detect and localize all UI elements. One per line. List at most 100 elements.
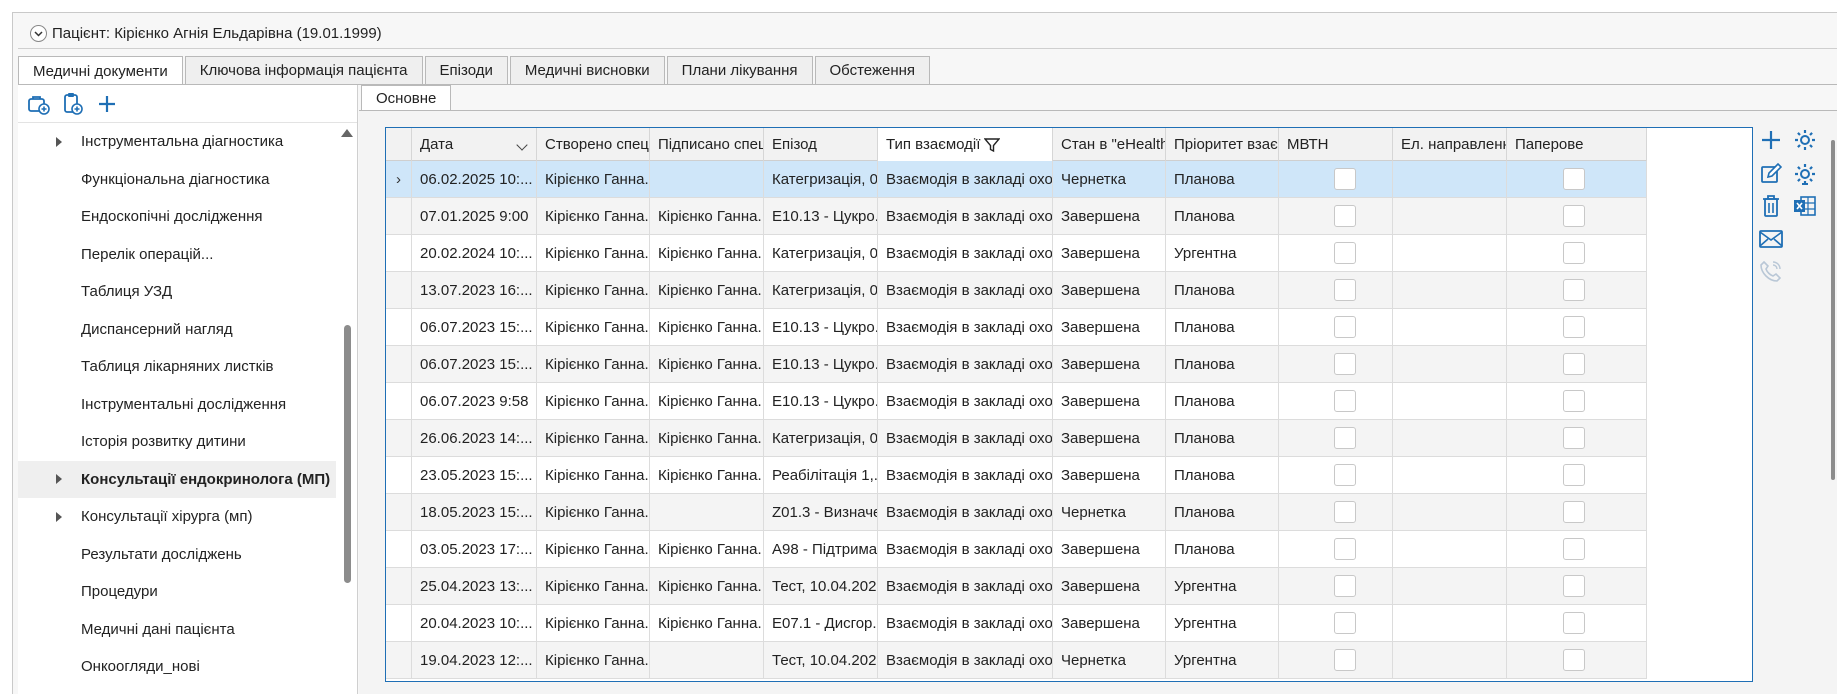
paper-checkbox[interactable] [1563,538,1585,560]
column-settings-icon[interactable] [1792,161,1818,187]
paper-checkbox[interactable] [1563,427,1585,449]
delete-icon[interactable] [1758,193,1784,219]
add-folder-icon[interactable] [26,91,52,117]
table-row[interactable]: 18.05.2023 15:... Кірієнко Ганна... Z01.3 … [386,494,1647,531]
table-row[interactable]: 19.04.2023 12:... Кірієнко Ганна... Тест, … [386,642,1647,679]
column-header-paper[interactable]: Паперове [1507,128,1647,161]
tree-item[interactable]: Консультації хірурга (мп) [18,498,336,536]
column-header-date[interactable]: Дата [412,128,537,161]
column-header-mvtn[interactable]: МВТН [1279,128,1393,161]
table-row[interactable]: 13.07.2023 16:... Кірієнко Ганна... Кірієн… [386,272,1647,309]
add-clipboard-icon[interactable] [60,91,86,117]
column-header-signed[interactable]: Підписано спеціалістом [650,128,764,161]
table-row[interactable]: 26.06.2023 14:... Кірієнко Ганна... Кірієн… [386,420,1647,457]
table-row[interactable]: 03.05.2023 17:... Кірієнко Ганна... Кірієн… [386,531,1647,568]
tree-item[interactable]: Консультації ендокринолога (МП) [18,460,336,498]
column-header-ind[interactable] [386,128,412,161]
tree-scrollbar[interactable] [341,125,353,694]
tab-examinations[interactable]: Обстеження [814,56,931,84]
column-header-label: Тип взаємодії [886,136,981,153]
column-header-type[interactable]: Тип взаємодії [878,128,1053,161]
tab-episodes[interactable]: Епізоди [424,56,508,84]
column-header-episode[interactable]: Епізод [764,128,878,161]
column-header-state[interactable]: Стан в "eHealth" [1053,128,1166,161]
tree-item[interactable]: Історія розвитку дитини [18,423,336,461]
tab-key-info[interactable]: Ключова інформація пацієнта [184,56,423,84]
tab-main[interactable]: Основне [361,85,452,111]
scroll-up-arrow-icon[interactable] [341,129,353,137]
tree-item[interactable]: Перелік операцій... [18,236,336,274]
mvtn-checkbox[interactable] [1334,279,1356,301]
tree-item[interactable]: Таблиця лікарняних листків [18,348,336,386]
column-header-eref[interactable]: Ел. направлення [1393,128,1507,161]
mvtn-checkbox[interactable] [1334,390,1356,412]
excel-export-icon[interactable] [1792,193,1818,219]
mvtn-checkbox[interactable] [1334,575,1356,597]
mvtn-checkbox[interactable] [1334,464,1356,486]
expand-arrow-icon[interactable] [56,511,62,522]
mail-icon[interactable] [1758,226,1784,252]
settings-icon[interactable] [1792,127,1818,153]
grid-header: Дата Створено спеціалістом Підписано спеці… [386,128,1647,161]
edit-icon[interactable] [1758,161,1784,187]
table-row[interactable]: 06.07.2023 15:... Кірієнко Ганна... Кірієн… [386,309,1647,346]
table-row[interactable]: 23.05.2023 15:... Кірієнко Ганна... Кірієн… [386,457,1647,494]
mvtn-checkbox[interactable] [1334,649,1356,671]
mvtn-checkbox[interactable] [1334,427,1356,449]
tab-medical-documents[interactable]: Медичні документи [18,56,183,85]
phone-icon[interactable] [1758,258,1784,284]
paper-checkbox[interactable] [1563,242,1585,264]
tree-scroll-thumb[interactable] [344,325,351,583]
paper-checkbox[interactable] [1563,612,1585,634]
tree-item[interactable]: Таблиця УЗД [18,273,336,311]
mvtn-checkbox[interactable] [1334,501,1356,523]
paper-checkbox[interactable] [1563,649,1585,671]
cell-mvtn [1279,568,1393,604]
tree-item[interactable]: Результати досліджень [18,536,336,574]
plus-icon[interactable] [94,91,120,117]
mvtn-checkbox[interactable] [1334,168,1356,190]
paper-checkbox[interactable] [1563,353,1585,375]
paper-checkbox[interactable] [1563,205,1585,227]
tree-item[interactable]: Інструментальна діагностика [18,123,336,161]
mvtn-checkbox[interactable] [1334,538,1356,560]
mvtn-checkbox[interactable] [1334,353,1356,375]
mvtn-checkbox[interactable] [1334,205,1356,227]
tree-item[interactable]: Медичні дані пацієнта [18,611,336,649]
expand-arrow-icon[interactable] [56,474,62,485]
tree-item[interactable]: Ендоскопічні дослідження [18,198,336,236]
tree-item[interactable]: Функціональна діагностика [18,161,336,199]
mvtn-checkbox[interactable] [1334,612,1356,634]
table-row[interactable]: 06.07.2023 15:... Кірієнко Ганна... Кірієн… [386,346,1647,383]
paper-checkbox[interactable] [1563,464,1585,486]
paper-checkbox[interactable] [1563,316,1585,338]
paper-checkbox[interactable] [1563,168,1585,190]
paper-checkbox[interactable] [1563,501,1585,523]
tab-conclusions[interactable]: Медичні висновки [509,56,665,84]
paper-checkbox[interactable] [1563,575,1585,597]
paper-checkbox[interactable] [1563,279,1585,301]
table-row[interactable]: 20.02.2024 10:... Кірієнко Ганна... Кірієн… [386,235,1647,272]
table-row[interactable]: 07.01.2025 9:00 Кірієнко Ганна... Кірієнко… [386,198,1647,235]
table-row[interactable]: 25.04.2023 13:... Кірієнко Ганна... Кірієн… [386,568,1647,605]
sort-desc-icon[interactable] [516,139,528,151]
mvtn-checkbox[interactable] [1334,316,1356,338]
tree-item[interactable]: Диспансерний нагляд [18,311,336,349]
tree-item[interactable]: Онкоогляди_нові [18,648,336,686]
page-scroll-thumb[interactable] [1831,140,1835,480]
collapse-icon[interactable] [30,25,47,42]
table-row[interactable]: › 06.02.2025 10:... Кірієнко Ганна... Катег… [386,161,1647,198]
column-header-created[interactable]: Створено спеціалістом [537,128,650,161]
table-row[interactable]: 20.04.2023 10:... Кірієнко Ганна... Кірієн… [386,605,1647,642]
table-row[interactable]: 06.07.2023 9:58 Кірієнко Ганна... Кірієнко… [386,383,1647,420]
expand-arrow-icon[interactable] [56,136,62,147]
tree-item[interactable]: Процедури [18,573,336,611]
column-header-priority[interactable]: Пріоритет взаємодії [1166,128,1279,161]
plus-icon[interactable] [1758,127,1784,153]
tree-item[interactable]: Інструментальні дослідження [18,386,336,424]
paper-checkbox[interactable] [1563,390,1585,412]
mvtn-checkbox[interactable] [1334,242,1356,264]
tab-treatment-plans[interactable]: Плани лікування [666,56,813,84]
filter-icon[interactable] [984,137,1001,153]
page-scrollbar[interactable] [1829,130,1837,680]
